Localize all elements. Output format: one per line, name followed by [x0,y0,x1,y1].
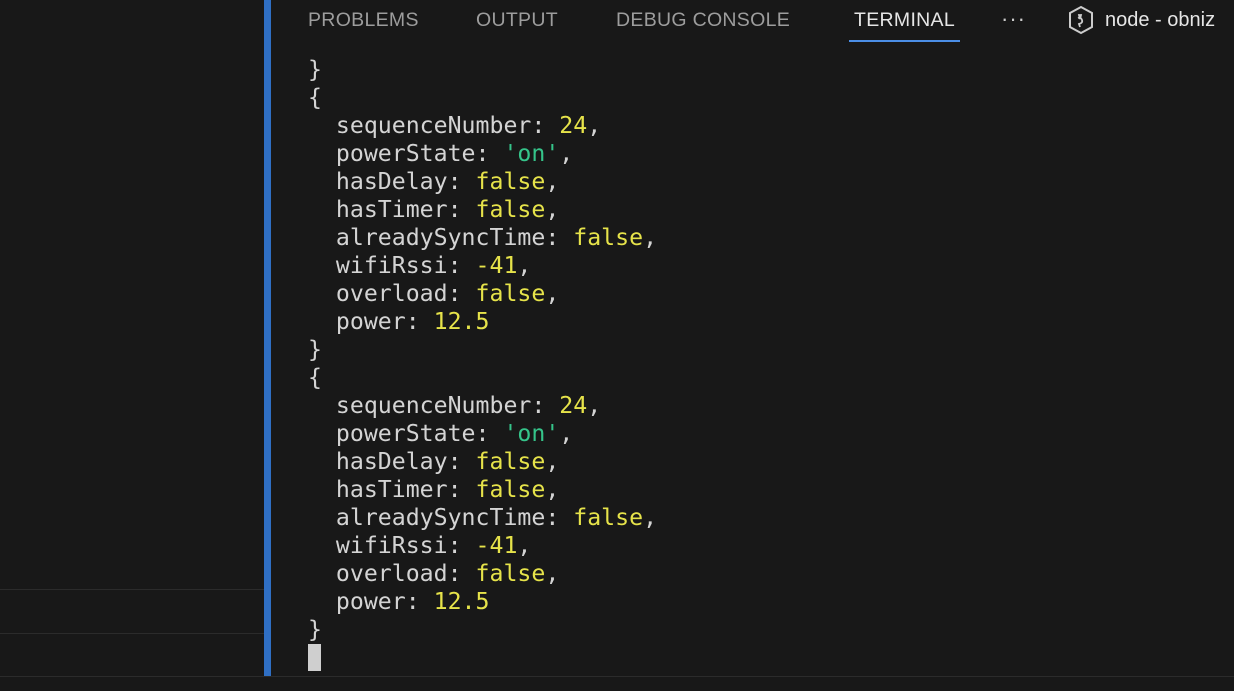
tab-problems[interactable]: PROBLEMS [308,8,419,34]
terminal-text: 24 [559,112,588,139]
terminal-selector[interactable]: node - obniz [1067,4,1215,36]
terminal-line: } [308,616,1208,644]
terminal-text: false [573,224,644,251]
terminal-text: wifiRssi: [308,532,476,559]
terminal-text: , [545,168,560,195]
terminal-text: 12.5 [433,308,490,335]
active-sash[interactable] [264,0,271,676]
terminal-text: false [475,196,546,223]
terminal-text: } [308,336,322,363]
status-bar [0,676,1234,691]
sidebar [0,0,264,690]
terminal-text: , [559,420,574,447]
terminal-line: power: 12.5 [308,588,1208,616]
terminal-text: overload: [308,280,476,307]
terminal-text: , [559,140,574,167]
terminal-text: , [517,252,532,279]
terminal-text: , [545,560,560,587]
terminal-line: hasDelay: false, [308,168,1208,196]
terminal-text: wifiRssi: [308,252,476,279]
terminal-text: hasDelay: [308,168,476,195]
terminal-text: , [545,196,560,223]
terminal-shell-icon [1069,5,1093,35]
terminal-text: } [308,56,322,83]
terminal-text: , [545,448,560,475]
terminal-text: , [545,476,560,503]
terminal-line: power: 12.5 [308,308,1208,336]
terminal-text: false [573,504,644,531]
terminal-text: , [587,112,602,139]
terminal-line: overload: false, [308,280,1208,308]
sidebar-divider [0,589,264,590]
terminal-text: sequenceNumber: [308,392,560,419]
terminal-line: hasTimer: false, [308,196,1208,224]
terminal-line: powerState: 'on', [308,420,1208,448]
tab-debug-console[interactable]: DEBUG CONSOLE [616,8,790,34]
terminal-text: false [475,560,546,587]
terminal-text: false [475,448,546,475]
terminal-text: , [643,224,658,251]
terminal-text: { [308,84,322,111]
terminal-line: { [308,364,1208,392]
terminal-text: power: [308,308,434,335]
terminal-text: 'on' [503,140,560,167]
terminal-text: powerState: [308,420,504,447]
terminal-text: hasDelay: [308,448,476,475]
terminal-text: 12.5 [433,588,490,615]
terminal-text: , [587,392,602,419]
terminal-text: overload: [308,560,476,587]
terminal-text: alreadySyncTime: [308,504,574,531]
terminal-line: sequenceNumber: 24, [308,392,1208,420]
terminal-line: } [308,56,1208,84]
terminal-cursor [308,644,321,671]
tab-output[interactable]: OUTPUT [476,8,558,34]
terminal-line: } [308,336,1208,364]
terminal-output[interactable]: }{ sequenceNumber: 24, powerState: 'on',… [308,56,1208,676]
terminal-text: , [517,532,532,559]
terminal-name: node - obniz [1105,8,1216,31]
terminal-line: alreadySyncTime: false, [308,224,1208,252]
terminal-text: power: [308,588,434,615]
terminal-text: 24 [559,392,588,419]
terminal-line: powerState: 'on', [308,140,1208,168]
terminal-prompt-line [308,644,1208,672]
terminal-text: hasTimer: [308,476,476,503]
terminal-panel: PROBLEMS OUTPUT DEBUG CONSOLE TERMINAL ·… [271,0,1234,676]
terminal-text: -41 [475,532,518,559]
more-actions-icon[interactable]: ··· [1001,6,1026,32]
terminal-text: -41 [475,252,518,279]
terminal-text: false [475,168,546,195]
terminal-line: { [308,84,1208,112]
terminal-text: false [475,280,546,307]
tab-terminal[interactable]: TERMINAL [849,8,960,42]
terminal-text: } [308,616,322,643]
terminal-text: hasTimer: [308,196,476,223]
terminal-text: sequenceNumber: [308,112,560,139]
terminal-line: hasTimer: false, [308,476,1208,504]
terminal-line: wifiRssi: -41, [308,532,1208,560]
terminal-text: , [545,280,560,307]
terminal-text: false [475,476,546,503]
terminal-text: , [643,504,658,531]
terminal-line: wifiRssi: -41, [308,252,1208,280]
terminal-text: { [308,364,322,391]
terminal-line: overload: false, [308,560,1208,588]
terminal-text: powerState: [308,140,504,167]
panel-tabs: PROBLEMS OUTPUT DEBUG CONSOLE TERMINAL ·… [271,0,1234,42]
terminal-line: alreadySyncTime: false, [308,504,1208,532]
sidebar-divider [0,633,264,634]
terminal-text: 'on' [503,420,560,447]
terminal-line: hasDelay: false, [308,448,1208,476]
terminal-text: alreadySyncTime: [308,224,574,251]
terminal-line: sequenceNumber: 24, [308,112,1208,140]
